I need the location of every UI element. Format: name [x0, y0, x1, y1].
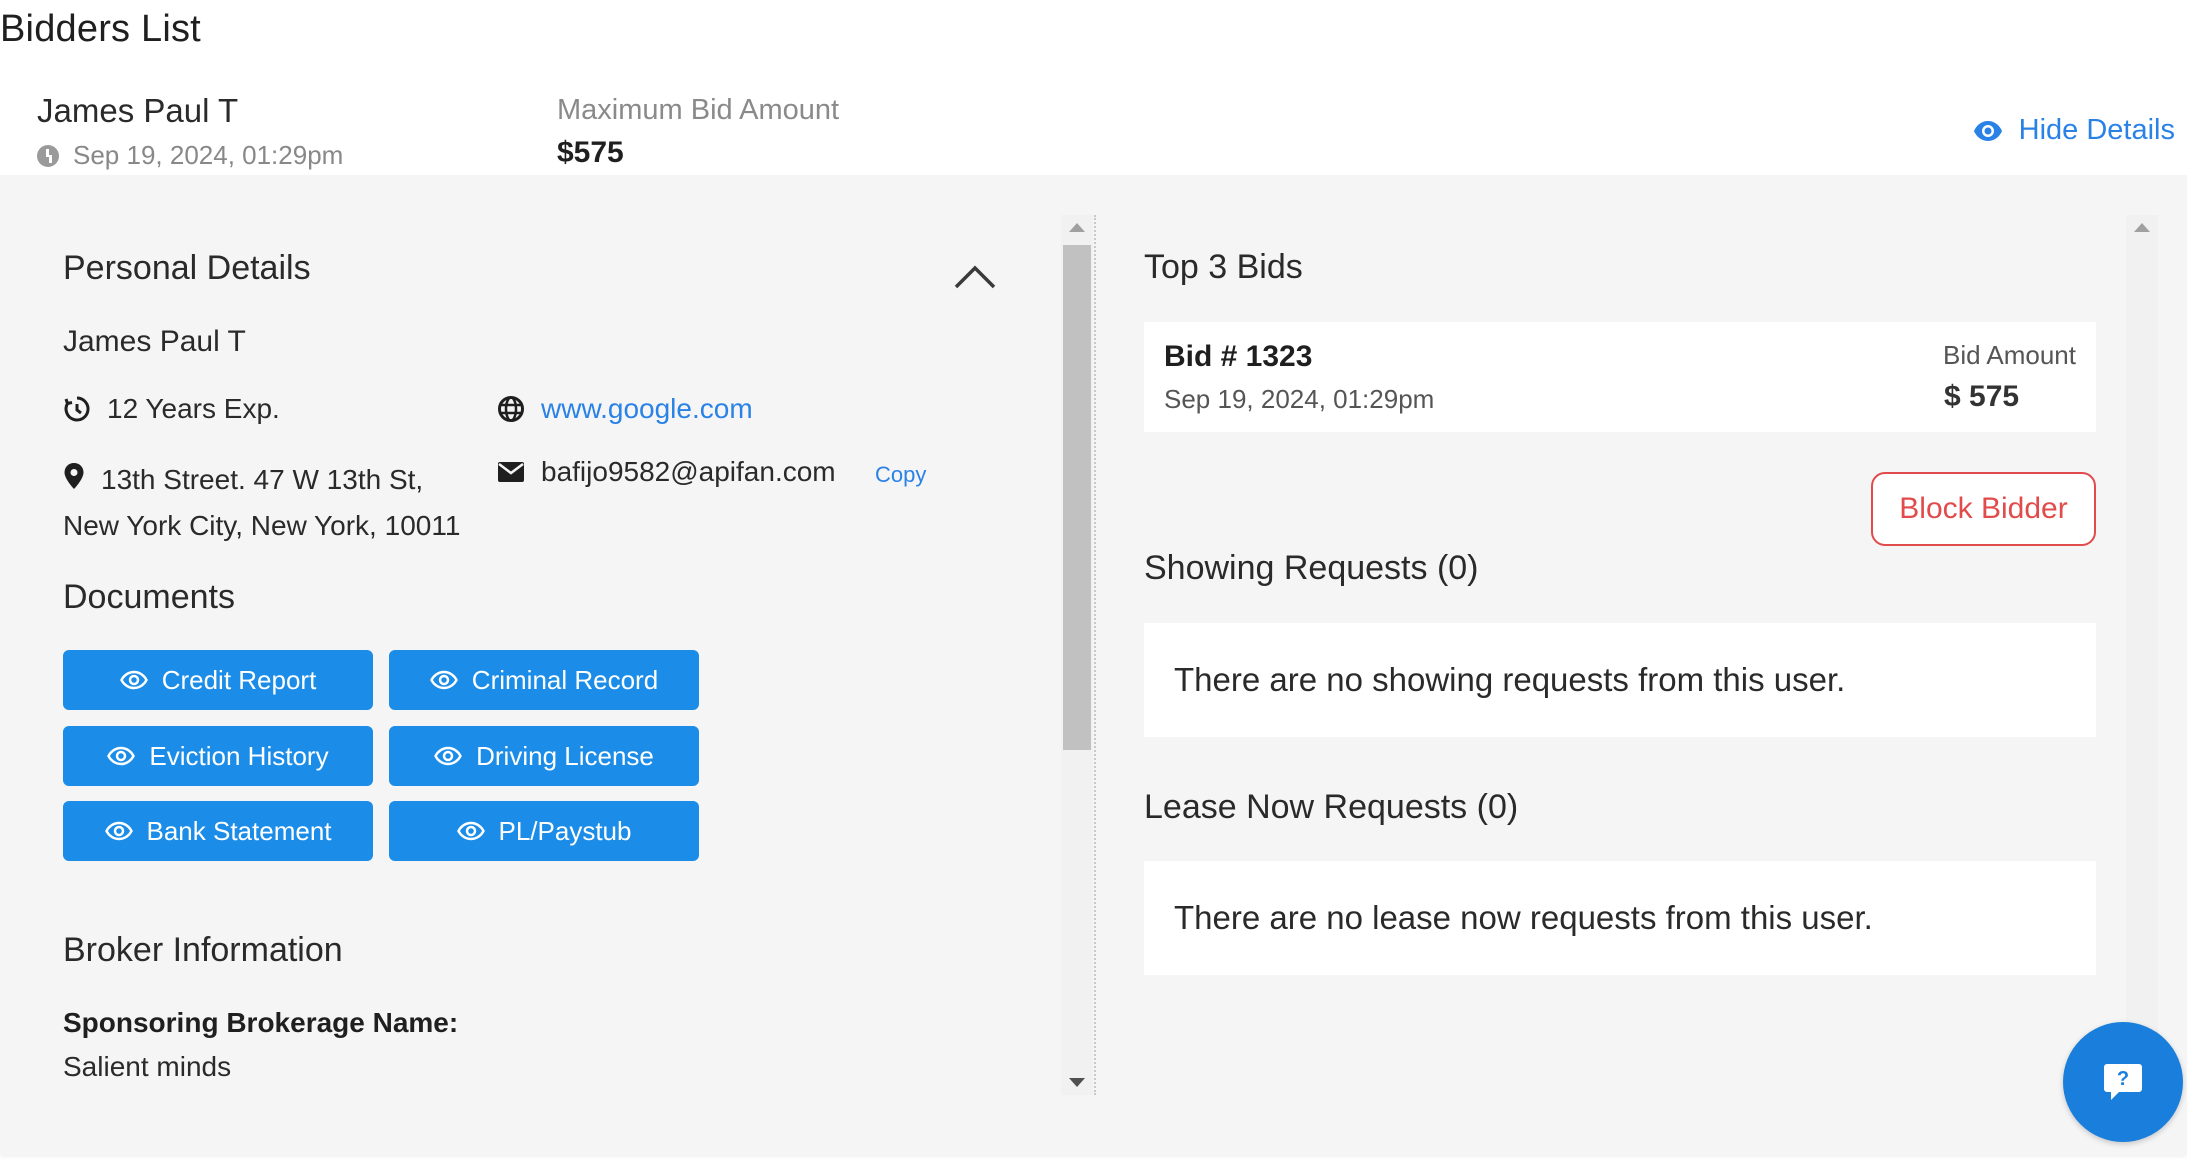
- copy-email-link[interactable]: Copy: [875, 462, 926, 488]
- collapse-button[interactable]: [950, 255, 1000, 295]
- eye-icon: [456, 821, 485, 841]
- page: Bidders List James Paul T Sep 19, 2024, …: [0, 0, 2187, 1169]
- eye-icon: [434, 746, 463, 766]
- bid-date: Sep 19, 2024, 01:29pm: [1164, 384, 1435, 414]
- bid-card: Bid # 1323 Sep 19, 2024, 01:29pm Bid Amo…: [1144, 322, 2096, 432]
- chevron-up-icon: [954, 265, 996, 289]
- clock-icon: [37, 144, 59, 167]
- experience-row: 12 Years Exp.: [63, 393, 280, 425]
- eye-icon: [107, 746, 136, 766]
- criminal-record-button[interactable]: Criminal Record: [389, 650, 699, 710]
- bidder-summary: James Paul T Sep 19, 2024, 01:29pm Maxim…: [0, 80, 2187, 175]
- eye-icon: [1973, 120, 2002, 141]
- max-bid-label: Maximum Bid Amount: [557, 94, 840, 126]
- personal-details-heading: Personal Details: [63, 249, 311, 287]
- bid-number: Bid # 1323: [1164, 340, 1313, 373]
- driving-license-label: Driving License: [476, 740, 654, 771]
- hide-details-label: Hide Details: [2018, 114, 2175, 146]
- broker-information-heading: Broker Information: [63, 931, 343, 969]
- lease-now-requests-empty: There are no lease now requests from thi…: [1144, 861, 2096, 975]
- eviction-history-button[interactable]: Eviction History: [63, 726, 373, 786]
- bidder-details-panel: Personal Details James Paul T 12 Years E…: [0, 175, 2187, 1155]
- pl-paystub-label: PL/Paystub: [498, 815, 632, 846]
- svg-text:?: ?: [2117, 1068, 2129, 1090]
- showing-requests-empty: There are no showing requests from this …: [1144, 623, 2096, 737]
- block-bidder-button[interactable]: Block Bidder: [1871, 472, 2096, 546]
- bid-amount-label: Bid Amount: [1943, 340, 2076, 370]
- bidder-name: James Paul T: [37, 92, 239, 129]
- top-bids-heading: Top 3 Bids: [1144, 248, 1303, 286]
- bid-amount-value: $ 575: [1944, 380, 2020, 413]
- left-scrollbar[interactable]: [1061, 215, 1093, 1095]
- column-divider: [1094, 215, 1096, 1095]
- timer-icon: [64, 396, 90, 422]
- scroll-up-arrow[interactable]: [1069, 223, 1085, 232]
- bank-statement-label: Bank Statement: [146, 815, 332, 846]
- mail-icon: [498, 462, 524, 482]
- scroll-up-arrow[interactable]: [2134, 223, 2150, 232]
- scroll-down-arrow[interactable]: [1069, 1078, 1085, 1087]
- help-icon: ?: [2104, 1064, 2142, 1100]
- address-text: 13th Street. 47 W 13th St, New York City…: [63, 464, 461, 541]
- credit-report-label: Credit Report: [161, 664, 317, 695]
- website-link[interactable]: www.google.com: [541, 393, 753, 425]
- bank-statement-button[interactable]: Bank Statement: [63, 801, 373, 861]
- bid-time: Sep 19, 2024, 01:29pm: [37, 140, 343, 171]
- eye-icon: [104, 821, 133, 841]
- documents-heading: Documents: [63, 578, 235, 616]
- help-button[interactable]: ?: [2063, 1022, 2183, 1142]
- email-text: bafijo9582@apifan.com: [541, 456, 836, 487]
- bid-time-text: Sep 19, 2024, 01:29pm: [73, 140, 344, 170]
- criminal-record-label: Criminal Record: [471, 664, 659, 695]
- email-row: bafijo9582@apifan.com: [497, 456, 836, 488]
- sponsoring-brokerage-label: Sponsoring Brokerage Name:: [63, 1007, 459, 1038]
- eye-icon: [119, 670, 148, 690]
- personal-details-column: Personal Details James Paul T 12 Years E…: [0, 175, 1060, 1095]
- max-bid-value: $575: [557, 136, 624, 169]
- personal-name: James Paul T: [63, 325, 246, 358]
- pl-paystub-button[interactable]: PL/Paystub: [389, 801, 699, 861]
- right-scrollbar[interactable]: [2126, 215, 2158, 1095]
- scroll-thumb[interactable]: [1063, 245, 1091, 750]
- hide-details-button[interactable]: Hide Details: [1973, 114, 2175, 147]
- showing-requests-heading: Showing Requests (0): [1144, 549, 1479, 587]
- driving-license-button[interactable]: Driving License: [389, 726, 699, 786]
- globe-icon: [498, 396, 524, 422]
- lease-now-requests-heading: Lease Now Requests (0): [1144, 788, 1519, 826]
- website-row: www.google.com: [497, 393, 753, 425]
- eye-icon: [429, 670, 458, 690]
- sponsoring-brokerage-value: Salient minds: [63, 1051, 232, 1082]
- page-title: Bidders List: [0, 8, 201, 50]
- eviction-history-label: Eviction History: [149, 740, 329, 771]
- experience-text: 12 Years Exp.: [107, 393, 280, 424]
- credit-report-button[interactable]: Credit Report: [63, 650, 373, 710]
